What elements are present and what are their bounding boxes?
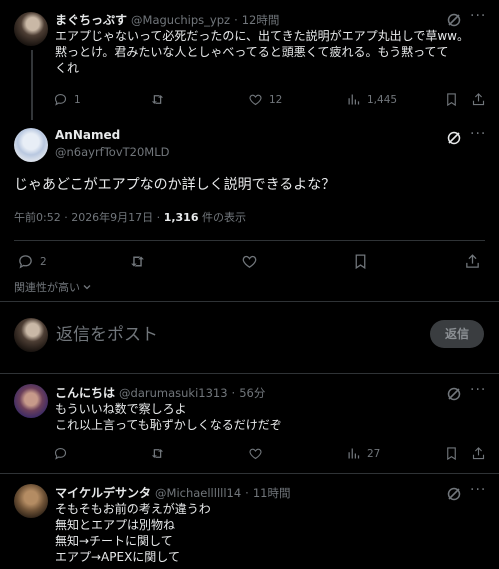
bookmark-icon: [355, 254, 366, 270]
like-button[interactable]: 12: [248, 92, 282, 107]
tweet-text: もういいね数で察しろよ これ以上言っても恥ずかしくなるだけだぞ: [55, 402, 282, 432]
divider: [0, 301, 499, 302]
avatar[interactable]: [14, 384, 48, 418]
bookmark-button[interactable]: [444, 92, 459, 107]
author-handle[interactable]: @Maguchips_ypz: [131, 13, 230, 27]
more-icon[interactable]: ···: [470, 126, 486, 142]
author-handle[interactable]: @Michaellllll14: [155, 486, 241, 500]
retweet-button[interactable]: [129, 253, 146, 270]
main-author: AnNamed @n6ayrfTovT20MLD: [55, 128, 170, 159]
retweet-icon: [151, 449, 164, 458]
share-button[interactable]: [471, 92, 486, 107]
author-handle[interactable]: @n6ayrfTovT20MLD: [55, 145, 170, 159]
timestamp[interactable]: 11時間: [253, 485, 291, 501]
more-icon[interactable]: ···: [470, 482, 486, 498]
tweet1-header: まぐちっぷす @Maguchips_ypz · 12時間: [55, 11, 280, 28]
timestamp[interactable]: 午前0:52 · 2026年9月17日 ·: [14, 211, 160, 224]
share-button[interactable]: [464, 253, 481, 270]
author-handle[interactable]: @darumasuki1313: [119, 386, 228, 400]
chevron-down-icon: [83, 285, 91, 290]
avatar: [14, 318, 48, 352]
retweet-button[interactable]: [150, 92, 165, 107]
reply-count: 1: [74, 93, 81, 106]
reply-icon: [19, 255, 32, 269]
reply-button[interactable]: 1: [53, 92, 81, 107]
avatar[interactable]: [14, 484, 48, 518]
views-button[interactable]: 1,445: [346, 92, 397, 107]
like-icon: [249, 94, 262, 106]
views-count: 27: [367, 447, 381, 460]
thread-line: [31, 50, 33, 120]
main-tweet-text: じゃあどこがエアプなのか詳しく説明できるよな？: [14, 177, 336, 193]
divider: [0, 473, 499, 474]
retweet-icon: [131, 256, 144, 267]
divider: [0, 373, 499, 374]
retweet-button[interactable]: [150, 446, 165, 461]
tweet-text: エアプじゃないって必死だったのに、出てきた説明がエアプ丸出しで草ww。 黙っとけ…: [55, 29, 469, 75]
grok-icon[interactable]: [446, 130, 462, 150]
like-icon: [249, 448, 262, 460]
views-count: 1,316: [163, 211, 199, 224]
bookmark-button[interactable]: [352, 253, 369, 270]
reply-button[interactable]: [53, 446, 68, 461]
sort-dropdown[interactable]: 関連性が高い: [14, 279, 92, 295]
views-button[interactable]: 27: [346, 446, 380, 461]
author-name[interactable]: まぐちっぷす: [55, 11, 127, 28]
like-button[interactable]: [248, 446, 263, 461]
more-icon[interactable]: ···: [470, 382, 486, 398]
reply-button[interactable]: 2: [17, 253, 47, 270]
tweet-text: そもそもお前の考えが違うわ 無知とエアプは別物ね 無知→チートに関して エアプ→…: [55, 502, 211, 564]
author-name[interactable]: マイケルデサンタ: [55, 484, 151, 501]
author-name[interactable]: こんにちは: [55, 384, 115, 401]
avatar[interactable]: [14, 128, 48, 162]
reply-icon: [54, 93, 67, 106]
bookmark-icon: [447, 93, 456, 107]
main-meta: 午前0:52 · 2026年9月17日 · 1,316 件の表示: [14, 209, 246, 225]
views-icon: [348, 94, 360, 105]
share-icon: [472, 447, 485, 460]
divider: [14, 240, 485, 241]
like-button[interactable]: [241, 253, 258, 270]
reply1-header: こんにちは @darumasuki1313 · 56分: [55, 384, 266, 401]
reply-submit-button[interactable]: 返信: [430, 320, 484, 348]
share-icon: [472, 93, 485, 106]
views-count: 1,445: [367, 93, 398, 106]
reply2-header: マイケルデサンタ @Michaellllll14 · 11時間: [55, 484, 291, 501]
grok-icon[interactable]: [446, 486, 462, 506]
timestamp[interactable]: 56分: [239, 385, 265, 401]
like-icon: [242, 255, 257, 268]
views-icon: [348, 448, 360, 459]
reply-count: 2: [40, 255, 47, 268]
author-name[interactable]: AnNamed: [55, 128, 170, 142]
reply-input[interactable]: 返信をポスト: [56, 320, 406, 345]
grok-icon[interactable]: [446, 386, 462, 406]
timestamp[interactable]: 12時間: [242, 12, 280, 28]
share-icon: [466, 254, 479, 268]
sort-label: 関連性が高い: [14, 281, 80, 294]
like-count: 12: [269, 93, 283, 106]
share-button[interactable]: [471, 446, 486, 461]
reply-icon: [54, 447, 67, 460]
avatar[interactable]: [14, 12, 48, 46]
more-icon[interactable]: ···: [470, 8, 486, 24]
bookmark-button[interactable]: [444, 446, 459, 461]
views-label: 件の表示: [201, 211, 246, 224]
retweet-icon: [151, 95, 164, 104]
bookmark-icon: [447, 447, 456, 461]
